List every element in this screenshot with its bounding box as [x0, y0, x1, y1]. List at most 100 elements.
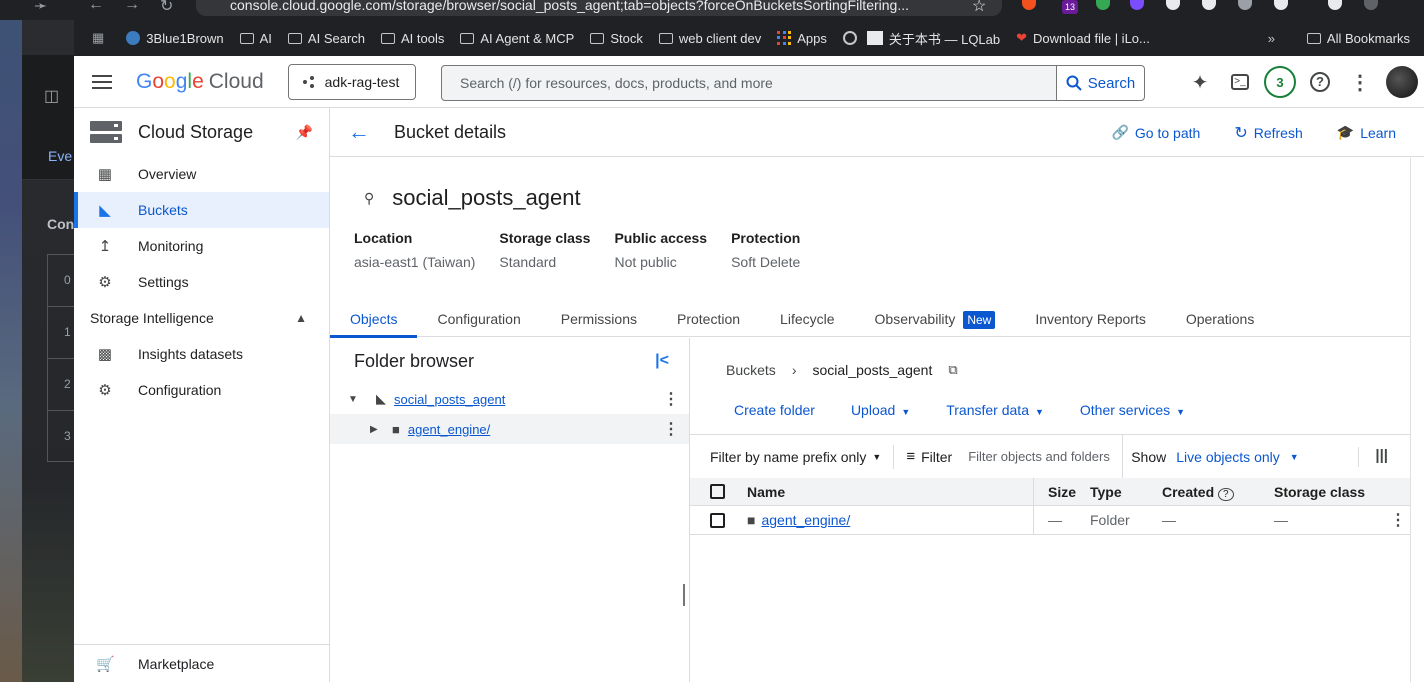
tree-item-label[interactable]: social_posts_agent [394, 392, 505, 407]
column-header-name[interactable]: Name [747, 484, 1033, 500]
extension-icon[interactable] [1096, 0, 1110, 10]
bookmark-item[interactable]: 关于本书 — LQLab [866, 29, 1000, 48]
tree-item-folder[interactable]: ▶ ■ agent_engine/ ⋮ [330, 414, 689, 444]
sidebar-item-marketplace[interactable]: 🛒 Marketplace [74, 644, 329, 682]
sidebar-item-settings[interactable]: ⚙ Settings [74, 264, 329, 300]
chevron-up-icon: ▲ [295, 311, 307, 325]
bookmark-folder[interactable]: AI [239, 31, 272, 46]
page-title: Bucket details [394, 121, 507, 142]
object-link[interactable]: agent_engine/ [761, 512, 850, 528]
help-icon[interactable]: ? [1300, 62, 1340, 102]
more-vert-icon[interactable]: ⋮ [663, 389, 679, 409]
vertical-scrollbar[interactable] [1410, 158, 1424, 682]
pin-icon[interactable]: ⚲ [364, 190, 374, 207]
caret-right-icon[interactable]: ▶ [370, 424, 384, 435]
google-cloud-logo[interactable]: Google Cloud [136, 70, 264, 94]
tab-switch-icon[interactable]: ➛ [34, 0, 47, 16]
breadcrumb-buckets[interactable]: Buckets [726, 362, 776, 378]
forward-nav-icon[interactable]: → [124, 0, 140, 14]
more-vert-icon[interactable]: ⋮ [663, 419, 679, 439]
sidebar-item-monitoring[interactable]: ↥ Monitoring [74, 228, 329, 264]
create-folder-button[interactable]: Create folder [734, 402, 815, 418]
extension-icon[interactable] [1238, 0, 1252, 10]
back-arrow-icon[interactable]: ← [348, 119, 372, 145]
extension-icon[interactable] [1202, 0, 1216, 10]
notifications-button[interactable]: 3 [1260, 62, 1300, 102]
reload-icon[interactable]: ↻ [160, 0, 173, 16]
transfer-label: Transfer data [946, 402, 1029, 418]
pin-icon[interactable]: 📌 [296, 124, 313, 141]
more-vert-icon[interactable]: ⋮ [1390, 510, 1406, 530]
extension-icon[interactable] [1022, 0, 1036, 10]
select-all-checkbox[interactable] [710, 484, 725, 499]
extension-badge-icon[interactable]: 13 [1062, 0, 1078, 14]
search-input[interactable] [442, 75, 1056, 91]
tab-operations[interactable]: Operations [1166, 301, 1274, 337]
bookmark-apps[interactable]: Apps [777, 31, 827, 46]
extension-icon[interactable] [1130, 0, 1144, 10]
sidebar-toggle-icon: ◫ [44, 88, 60, 105]
sidebar-item-configuration[interactable]: ⚙ Configuration [74, 372, 329, 408]
column-header-size[interactable]: Size [1034, 484, 1090, 500]
address-bar[interactable]: console.cloud.google.com/storage/browser… [196, 0, 1002, 16]
bookmark-item[interactable]: 3Blue1Brown [126, 31, 224, 46]
tab-protection[interactable]: Protection [657, 301, 760, 337]
filter-prefix-dropdown[interactable]: Filter by name prefix only ▼ [690, 449, 881, 465]
bookmark-star-icon[interactable]: ☆ [972, 0, 986, 16]
tree-item-label[interactable]: agent_engine/ [408, 422, 490, 437]
sidebar-item-insights-datasets[interactable]: ▩ Insights datasets [74, 336, 329, 372]
extension-icon[interactable] [1328, 0, 1342, 10]
all-bookmarks-link[interactable]: All Bookmarks [1327, 31, 1410, 46]
table-row[interactable]: ■ agent_engine/ — Folder — — ⋮ [690, 506, 1410, 535]
other-services-button[interactable]: Other services ▼ [1080, 402, 1185, 418]
gemini-icon[interactable]: ✦ [1180, 62, 1220, 102]
go-to-path-button[interactable]: 🔗 Go to path [1111, 124, 1200, 141]
tab-observability[interactable]: Observability New [855, 301, 1016, 337]
transfer-data-button[interactable]: Transfer data ▼ [946, 402, 1044, 418]
column-display-icon[interactable]: ||| [1358, 447, 1388, 467]
tab-permissions[interactable]: Permissions [541, 301, 657, 337]
row-checkbox[interactable] [710, 512, 725, 528]
filter-button[interactable]: ≡ Filter [906, 448, 952, 465]
bookmark-item[interactable] [842, 31, 857, 45]
bookmark-folder[interactable]: web client dev [658, 31, 761, 46]
extension-icon[interactable] [1166, 0, 1180, 10]
extension-icon[interactable] [1274, 0, 1288, 10]
sidebar-item-buckets[interactable]: ◣ Buckets [74, 192, 329, 228]
bookmark-folder[interactable]: AI Search [287, 31, 365, 46]
menu-icon[interactable] [92, 74, 112, 89]
tab-inventory-reports[interactable]: Inventory Reports [1015, 301, 1166, 337]
search-button[interactable]: Search [1056, 66, 1144, 100]
tab-objects[interactable]: Objects [330, 301, 418, 338]
column-header-created[interactable]: Created ? [1162, 484, 1274, 501]
more-bookmarks-icon[interactable]: » [1268, 31, 1275, 46]
learn-button[interactable]: 🎓 Learn [1337, 124, 1396, 141]
sidebar-section-storage-intelligence[interactable]: Storage Intelligence ▲ [74, 300, 329, 336]
sidebar-item-overview[interactable]: ▦ Overview [74, 156, 329, 192]
copy-icon[interactable]: ⧉ [948, 362, 957, 378]
column-header-type[interactable]: Type [1090, 484, 1162, 500]
bookmark-item[interactable]: ❤ Download file | iLo... [1016, 30, 1150, 46]
profile-icon[interactable] [1364, 0, 1378, 10]
refresh-button[interactable]: ↻ Refresh [1234, 123, 1302, 143]
bookmark-folder[interactable]: Stock [590, 31, 643, 46]
cloud-shell-icon[interactable]: >_ [1220, 62, 1260, 102]
tab-lifecycle[interactable]: Lifecycle [760, 301, 854, 337]
live-objects-dropdown[interactable]: Live objects only ▼ [1176, 449, 1298, 465]
avatar[interactable] [1386, 66, 1418, 98]
tree-item-root[interactable]: ▼ ◣ social_posts_agent ⋮ [330, 384, 689, 414]
bookmark-folder[interactable]: AI tools [381, 31, 444, 46]
back-nav-icon[interactable]: ← [88, 0, 104, 14]
upload-button[interactable]: Upload ▼ [851, 402, 910, 418]
column-header-storage-class[interactable]: Storage class [1274, 484, 1390, 500]
bookmark-folder[interactable]: AI Agent & MCP [460, 31, 574, 46]
apps-grid-icon[interactable]: ▦ [92, 30, 104, 46]
help-icon[interactable]: ? [1218, 487, 1234, 501]
more-options-icon[interactable]: ⋮ [1340, 62, 1380, 102]
caret-down-icon[interactable]: ▼ [348, 394, 362, 405]
collapse-panel-icon[interactable]: |< [655, 352, 669, 370]
filter-input[interactable]: Filter objects and folders [968, 449, 1110, 464]
resize-handle[interactable] [683, 584, 685, 606]
project-picker[interactable]: adk-rag-test [287, 63, 417, 100]
tab-configuration[interactable]: Configuration [417, 301, 540, 337]
